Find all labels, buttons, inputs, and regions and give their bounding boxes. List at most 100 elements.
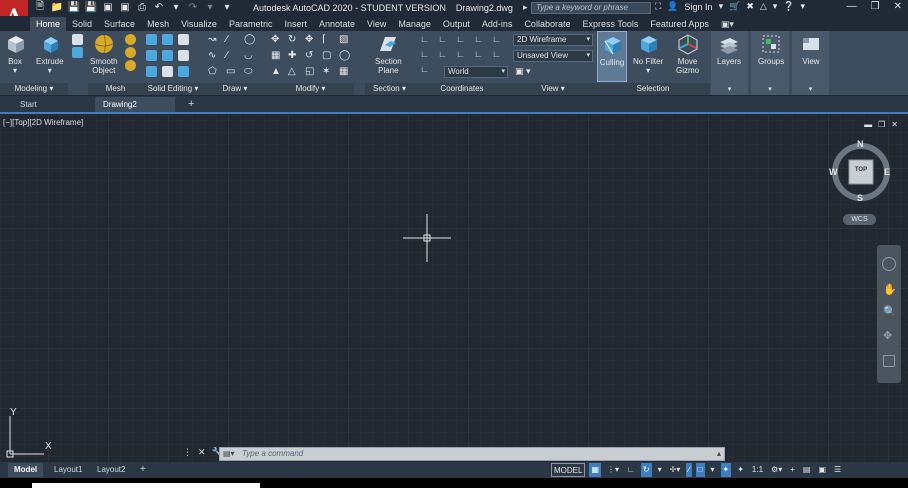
layers-panel[interactable]: Layers ▾ [711,31,748,95]
ellipse-icon[interactable]: ⬭ [244,66,258,77]
line-icon[interactable]: ∕ [226,34,240,45]
viewport-config-icon[interactable]: ▣ ▾ [515,66,531,77]
command-recent-icon[interactable]: ▤▾ [223,448,235,460]
circle-icon[interactable]: ◯ [244,34,258,45]
wcs-menu[interactable]: WCS [843,214,876,225]
mirror-icon[interactable]: ▧ [339,34,352,45]
steering-wheel-icon[interactable] [882,257,896,271]
open-file-icon[interactable]: 📁 [50,1,64,14]
ribbon-tab-manage[interactable]: Manage [392,17,437,31]
redo-icon[interactable]: ↷ [186,1,200,14]
layers-expand-icon[interactable]: ▾ [711,85,748,93]
ribbon-tab-collaborate[interactable]: Collaborate [518,17,576,31]
ribbon-tab-home[interactable]: Home [30,17,67,31]
ucs-icon[interactable]: ∟ [420,34,433,44]
minimize-icon[interactable]: — [847,1,857,12]
culling-button[interactable]: Culling [597,31,627,82]
new-tab-icon[interactable]: + [180,97,202,112]
help-icon[interactable]: ❔ [783,1,794,12]
section-plane-button[interactable]: Section Plane [375,33,402,75]
panel-title-coordinates[interactable]: Coordinates [414,83,510,95]
ribbon-tab-parametric[interactable]: Parametric [223,17,279,31]
move3d-icon[interactable]: ✥ [305,34,318,45]
command-expand-icon[interactable]: ▴ [717,448,721,460]
doc-tab-start[interactable]: Start [12,97,80,112]
smooth-object-button[interactable]: Smooth Object [90,33,118,75]
ribbon-tab-annotate[interactable]: Annotate [313,17,361,31]
solid-tool-icon[interactable] [72,47,83,58]
named-view-select[interactable]: Unsaved View ▾ [513,50,593,62]
search-expand-icon[interactable]: ▸ [523,2,528,13]
array-icon[interactable]: ▦ [271,50,284,61]
view-expand-icon[interactable]: ▾ [792,85,829,93]
customization-menu-icon[interactable]: ☰ [832,463,843,477]
explode-icon[interactable]: ✶ [322,66,335,77]
ribbon-tab-insert[interactable]: Insert [278,17,313,31]
fillet-edge-icon[interactable] [162,66,173,77]
compass-west[interactable]: W [829,167,838,177]
open-web-icon[interactable]: ▣ [118,1,132,14]
annotation-visibility-icon[interactable]: ✦ [720,463,732,477]
stretch-icon[interactable]: ▢ [322,50,335,61]
connect-icon[interactable]: △ [760,1,767,12]
workspace-gear-icon[interactable]: ⚙▾ [769,463,784,477]
fillet-icon[interactable]: ◱ [305,66,318,77]
no-filter-button[interactable]: No Filter ▾ [633,33,663,75]
shell-icon[interactable] [178,66,189,77]
align-icon[interactable]: ✚ [288,50,301,61]
box-button[interactable]: Box ▾ [4,33,26,75]
construction-line-icon[interactable]: ∕ [226,50,240,61]
help-dropdown-icon[interactable]: ▾ [801,1,806,12]
undo-dropdown-icon[interactable]: ▾ [169,1,183,14]
spline-icon[interactable]: ∿ [208,50,222,61]
redo-dropdown-icon[interactable]: ▾ [203,1,217,14]
array-rect-icon[interactable]: ▦ [339,66,352,77]
plot-icon[interactable]: ⎙ [135,1,149,14]
customize-qat-icon[interactable]: ▾ [220,1,234,14]
panel-title-section[interactable]: Section ▾ [365,83,414,95]
presspull-icon[interactable] [72,34,83,45]
rotate3d-icon[interactable]: ↺ [305,50,318,61]
layers-button[interactable]: Layers [717,33,741,66]
add-layout-icon[interactable]: + [134,463,152,477]
polar-dropdown-icon[interactable]: ▾ [656,463,664,477]
ribbon-tab-mesh[interactable]: Mesh [141,17,175,31]
intersect-icon[interactable] [146,66,157,77]
pan-icon[interactable]: ✋ [883,283,897,296]
groups-button[interactable]: Groups [758,33,784,66]
offset-icon[interactable]: ◯ [339,50,352,61]
layout-tab-layout2[interactable]: Layout2 [91,463,131,477]
ucs-named-icon[interactable]: ∟ [420,64,433,74]
ortho-toggle-icon[interactable]: ∟ [625,463,637,477]
annotation-scale[interactable]: 1:1 [750,463,765,477]
panel-title-modify[interactable]: Modify ▾ [267,83,354,95]
annotation-monitor-icon[interactable]: + [788,463,797,477]
ucs-origin-icon[interactable]: ∟ [438,34,451,44]
command-grip-icon[interactable]: ⋮ [183,447,192,458]
mesh-sphere-icon[interactable] [125,34,136,45]
undo-icon[interactable]: ↶ [152,1,166,14]
object-snap-icon[interactable]: □ [695,463,705,477]
ucs-select[interactable]: World ▾ [444,66,508,78]
viewport-controls-label[interactable]: [−][Top][2D Wireframe] [3,118,83,127]
panel-title-view[interactable]: View ▾ [510,83,596,95]
subtract-icon[interactable] [146,50,157,61]
save-icon[interactable]: 💾 [67,1,81,14]
panel-title-selection[interactable]: Selection [596,83,710,95]
panel-title-modeling[interactable]: Modeling ▾ [0,83,68,95]
osnap-dropdown-icon[interactable]: ▾ [709,463,717,477]
search-input[interactable]: Type a keyword or phrase [531,2,651,14]
ribbon-tab-surface[interactable]: Surface [98,17,141,31]
view-panel[interactable]: View ▾ [792,31,829,95]
compass-north[interactable]: N [857,139,864,149]
extrude-button[interactable]: Extrude ▾ [36,33,64,75]
ribbon-tab-add-ins[interactable]: Add-ins [476,17,519,31]
exchange-icon[interactable]: ✖ [746,1,754,12]
interfere-icon[interactable] [178,34,189,45]
connect-dropdown-icon[interactable]: ▾ [773,1,778,12]
doc-tab-drawing2[interactable]: Drawing2 [95,97,175,112]
erase-icon[interactable]: ▲ [271,66,284,77]
cart-icon[interactable]: 🛒 [729,1,740,12]
ucs-face-icon[interactable]: ∟ [456,49,469,59]
visual-style-select[interactable]: 2D Wireframe ▾ [513,34,593,46]
